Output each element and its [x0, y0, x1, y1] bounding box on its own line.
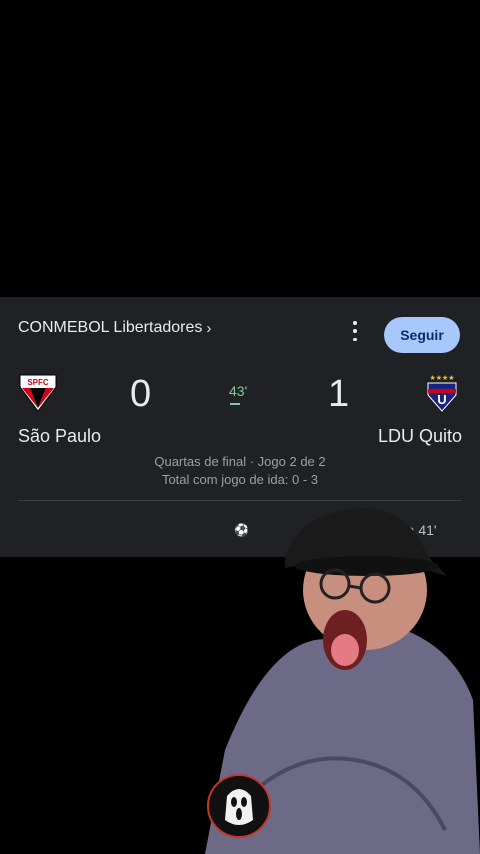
away-team-name[interactable]: LDU Quito [378, 426, 462, 447]
match-minute: 43' [229, 383, 248, 399]
follow-button[interactable]: Seguir [384, 317, 460, 353]
aggregate-score: Total com jogo de ida: 0 - 3 [161, 472, 319, 487]
home-team-name[interactable]: São Paulo [18, 426, 101, 447]
competition-name: CONMEBOL Libertadores [18, 319, 203, 336]
chevron-right-icon: › [206, 319, 212, 337]
svg-text:SPFC: SPFC [27, 378, 49, 387]
svg-text:★★★★: ★★★★ [429, 374, 454, 382]
ldu-quito-crest-icon[interactable]: ★★★★ U [422, 373, 462, 413]
more-vert-icon[interactable] [348, 321, 362, 341]
competition-link[interactable]: CONMEBOL Libertadores › [18, 319, 211, 337]
ghostface-channel-logo-icon [207, 774, 271, 838]
sao-paulo-crest-icon[interactable]: SPFC [18, 373, 58, 413]
live-indicator [230, 403, 240, 405]
home-score: 0 [130, 373, 152, 415]
match-stage: Quartas de final · Jogo 2 de 2 [154, 454, 326, 469]
away-score: 1 [328, 373, 350, 415]
svg-text:U: U [437, 392, 446, 407]
